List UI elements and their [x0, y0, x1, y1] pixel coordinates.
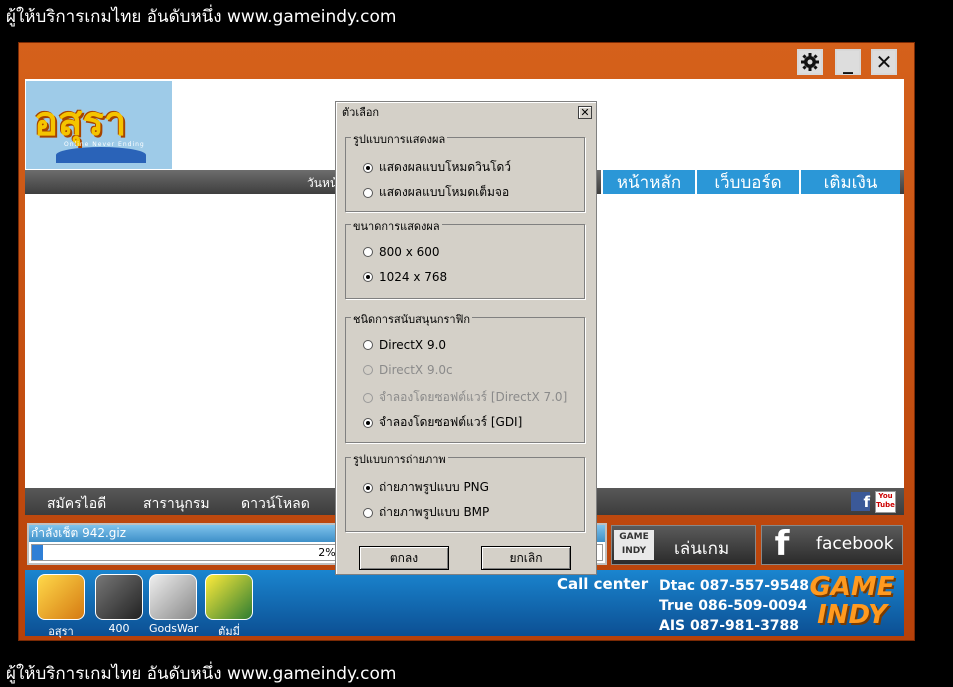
group-title: รูปแบบการถ่ายภาพ — [351, 450, 448, 468]
radio-label: DirectX 9.0 — [379, 338, 447, 352]
radio-png[interactable]: ถ่ายภาพรูปแบบ PNG — [363, 478, 489, 497]
download-link[interactable]: ดาวน์โหลด — [241, 493, 310, 515]
gear-icon — [801, 53, 819, 71]
facebook-icon[interactable]: f — [851, 492, 870, 511]
radio-button — [363, 365, 373, 375]
nav-webboard-link[interactable]: เว็บบอร์ด — [695, 170, 799, 194]
radio-directx9c: DirectX 9.0c — [363, 363, 453, 377]
phone-true: True 086-509-0094 — [659, 598, 808, 614]
date-text: วันหน้ — [307, 176, 339, 190]
phone-dtac: Dtac 087-557-9548 — [659, 578, 809, 594]
radio-windowed[interactable]: แสดงผลแบบโหมดวินโดว์ — [363, 158, 511, 177]
radio-button[interactable] — [363, 482, 373, 493]
facebook-icon: f — [774, 524, 790, 564]
game-asura[interactable]: อสุรา — [37, 574, 85, 640]
play-game-button[interactable]: GAME INDY เล่นเกม — [611, 525, 756, 565]
group-title: ขนาดการแสดงผล — [351, 217, 442, 235]
nav-home-link[interactable]: หน้าหลัก — [601, 170, 695, 194]
facebook-button[interactable]: f facebook — [761, 524, 903, 565]
radio-label: จำลองโดยซอฟต์แวร์ [GDI] — [379, 415, 523, 429]
radio-button[interactable] — [363, 417, 373, 428]
logo-subtitle: Online Never Ending — [64, 141, 145, 148]
radio-label: DirectX 9.0c — [379, 363, 453, 377]
group-title: รูปแบบการแสดงผล — [351, 130, 448, 148]
radio-label: แสดงผลแบบโหมดเต็มจอ — [379, 185, 510, 199]
radio-button[interactable] — [363, 247, 373, 257]
radio-directx9[interactable]: DirectX 9.0 — [363, 338, 446, 352]
close-icon: ✕ — [875, 50, 893, 74]
top-caption: ผู้ให้บริการเกมไทย อันดับหนึ่ง www.gamei… — [6, 7, 397, 27]
close-icon: ✕ — [580, 106, 590, 119]
radio-bmp[interactable]: ถ่ายภาพรูปแบบ BMP — [363, 503, 489, 522]
radio-800x600[interactable]: 800 x 600 — [363, 245, 440, 259]
graphics-support-group: ชนิดการสนับสนุนกราฟิก DirectX 9.0 Direct… — [345, 310, 585, 443]
game-tummee[interactable]: ตัมมี่ — [205, 574, 253, 640]
godswar-icon — [149, 574, 197, 620]
phone-ais: AIS 087-981-3788 — [659, 618, 800, 634]
facebook-label: facebook — [816, 534, 894, 554]
radio-button — [363, 392, 373, 403]
group-title: ชนิดการสนับสนุนกราฟิก — [351, 310, 473, 328]
radio-label: จำลองโดยซอฟต์แวร์ [DirectX 7.0] — [379, 390, 568, 404]
radio-label: 800 x 600 — [379, 245, 440, 259]
register-link[interactable]: สมัครไอดี — [47, 493, 106, 515]
radio-button[interactable] — [363, 507, 373, 518]
game-label: ตัมมี่ — [218, 625, 240, 638]
settings-button[interactable] — [797, 49, 823, 75]
tummee-icon — [205, 574, 253, 620]
radio-1024x768[interactable]: 1024 x 768 — [363, 270, 447, 284]
dialog-title: ตัวเลือก — [342, 106, 380, 119]
nav-topup-link[interactable]: เติมเงิน — [799, 170, 900, 194]
dialog-titlebar: ตัวเลือก ✕ — [338, 104, 594, 122]
game-godswar[interactable]: GodsWar — [149, 574, 199, 635]
resolution-group: ขนาดการแสดงผล 800 x 600 1024 x 768 — [345, 217, 585, 299]
dialog-close-button[interactable]: ✕ — [578, 106, 592, 119]
game-label: GodsWar — [149, 622, 199, 635]
asura-icon — [37, 574, 85, 620]
cancel-button[interactable]: ยกเลิก — [481, 546, 571, 570]
minimize-button[interactable]: _ — [835, 49, 861, 75]
game-logo: อสุรา Online Never Ending — [26, 81, 172, 169]
gameindy-logo: GAME INDY — [809, 572, 895, 630]
radio-label: ถ่ายภาพรูปแบบ PNG — [379, 480, 489, 494]
radio-fullscreen[interactable]: แสดงผลแบบโหมดเต็มจอ — [363, 183, 509, 202]
radio-label: 1024 x 768 — [379, 270, 448, 284]
radio-button[interactable] — [363, 340, 373, 350]
youtube-icon[interactable]: You Tube — [875, 491, 896, 513]
play-game-label: เล่นเกม — [674, 539, 730, 559]
game-label: อสุรา — [48, 625, 74, 638]
options-dialog: ตัวเลือก ✕ รูปแบบการแสดงผล แสดงผลแบบโหมด… — [335, 101, 597, 575]
radio-button[interactable] — [363, 272, 373, 282]
radio-label: แสดงผลแบบโหมดวินโดว์ — [379, 160, 512, 174]
radio-button[interactable] — [363, 162, 373, 173]
radio-software-gdi[interactable]: จำลองโดยซอฟต์แวร์ [GDI] — [363, 413, 522, 432]
bottom-caption: ผู้ให้บริการเกมไทย อันดับหนึ่ง www.gamei… — [6, 664, 397, 684]
game-400[interactable]: 400 — [95, 574, 143, 635]
close-button[interactable]: ✕ — [871, 49, 897, 75]
display-mode-group: รูปแบบการแสดงผล แสดงผลแบบโหมดวินโดว์ แสด… — [345, 130, 585, 212]
radio-button[interactable] — [363, 187, 373, 198]
gameindy-icon: GAME INDY — [614, 530, 654, 560]
radio-software-directx7: จำลองโดยซอฟต์แวร์ [DirectX 7.0] — [363, 388, 567, 407]
encyclopedia-link[interactable]: สารานุกรม — [143, 493, 210, 515]
radio-label: ถ่ายภาพรูปแบบ BMP — [379, 505, 490, 519]
callcenter-label: Call center — [557, 575, 649, 593]
ok-button[interactable]: ตกลง — [359, 546, 449, 570]
footer-banner: อสุรา 400 GodsWar ตัมมี่ Call center Dta… — [25, 570, 904, 638]
minimize-icon: _ — [843, 50, 853, 74]
400-icon — [95, 574, 143, 620]
game-label: 400 — [108, 622, 130, 635]
screenshot-format-group: รูปแบบการถ่ายภาพ ถ่ายภาพรูปแบบ PNG ถ่ายภ… — [345, 450, 585, 532]
